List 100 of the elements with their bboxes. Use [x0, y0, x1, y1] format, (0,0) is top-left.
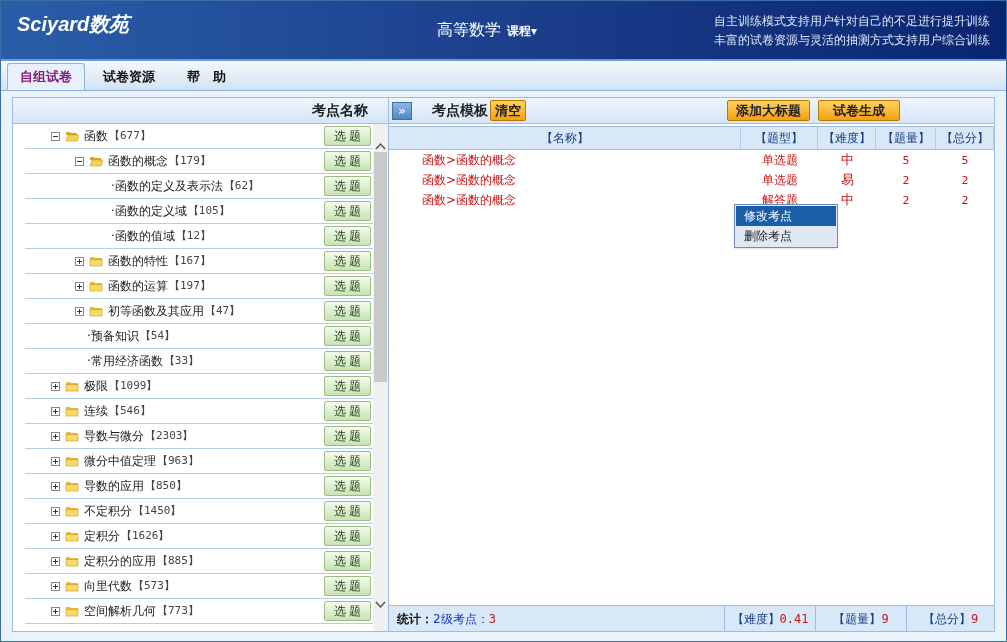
- slogan-text: 丰富的试卷资源与灵活的抽测方式支持用户综合训练: [714, 31, 990, 49]
- scroll-up-icon[interactable]: [375, 142, 386, 150]
- topic-label[interactable]: ·函数的定义及表示法: [111, 177, 223, 195]
- clear-button[interactable]: 清空: [490, 100, 526, 121]
- question-count: 【573】: [133, 577, 175, 594]
- topic-label[interactable]: 向里代数: [84, 577, 132, 595]
- tab[interactable]: 帮 助: [173, 63, 240, 90]
- topic-label[interactable]: 定积分的应用: [84, 552, 156, 570]
- question-count: 【546】: [109, 402, 151, 419]
- question-count: 【2303】: [145, 427, 194, 444]
- collapse-icon[interactable]: [51, 131, 60, 141]
- topic-label[interactable]: 函数的特性: [108, 252, 168, 270]
- select-questions-button[interactable]: 选 题: [324, 326, 371, 346]
- topic-label[interactable]: 函数: [84, 127, 108, 145]
- select-questions-button[interactable]: 选 题: [324, 226, 371, 246]
- generate-paper-button[interactable]: 试卷生成: [818, 100, 900, 121]
- select-questions-button[interactable]: 选 题: [324, 276, 371, 296]
- topic-label[interactable]: 导数的应用: [84, 477, 144, 495]
- difficulty-value: 0.41: [779, 610, 809, 628]
- scroll-down-icon[interactable]: [375, 601, 386, 609]
- question-count: 【1450】: [133, 502, 182, 519]
- expand-icon[interactable]: [51, 431, 60, 441]
- expand-icon[interactable]: [51, 406, 60, 416]
- table-cell: 2: [961, 193, 969, 207]
- select-questions-button[interactable]: 选 题: [324, 251, 371, 271]
- select-questions-button[interactable]: 选 题: [324, 301, 371, 321]
- folder-icon: [65, 380, 79, 392]
- folder-icon: [65, 530, 79, 542]
- column-header: 【名称】: [389, 127, 741, 149]
- select-questions-button[interactable]: 选 题: [324, 551, 371, 571]
- stats-label: 统计：: [397, 610, 433, 628]
- select-questions-button[interactable]: 选 题: [324, 351, 371, 371]
- table-cell: 5: [902, 153, 910, 167]
- expand-icon[interactable]: [75, 281, 84, 291]
- course-menu[interactable]: 课程▾: [507, 22, 538, 40]
- topic-label[interactable]: 函数的运算: [108, 277, 168, 295]
- topic-label[interactable]: ·函数的值域: [111, 227, 175, 245]
- topic-label[interactable]: ·常用经济函数: [87, 352, 163, 370]
- question-count: 【1099】: [109, 377, 158, 394]
- count-value: 9: [881, 610, 889, 628]
- panel-title: 考点名称: [312, 101, 368, 120]
- stats-level-label: 2级考点：: [433, 610, 489, 628]
- select-questions-button[interactable]: 选 题: [324, 176, 371, 196]
- topic-label[interactable]: 空间解析几何: [84, 602, 156, 620]
- topic-label[interactable]: 连续: [84, 402, 108, 420]
- tab[interactable]: 试卷资源: [89, 63, 169, 90]
- expand-icon[interactable]: [51, 506, 60, 516]
- topic-label[interactable]: 函数的概念: [108, 152, 168, 170]
- select-questions-button[interactable]: 选 题: [324, 376, 371, 396]
- question-count: 【885】: [157, 552, 199, 569]
- column-header: 【题量】: [876, 127, 936, 149]
- topic-label[interactable]: 不定积分: [84, 502, 132, 520]
- select-questions-button[interactable]: 选 题: [324, 526, 371, 546]
- topic-label[interactable]: ·预备知识: [87, 327, 139, 345]
- topic-label[interactable]: 初等函数及其应用: [108, 302, 204, 320]
- expand-icon[interactable]: [75, 256, 84, 266]
- select-questions-button[interactable]: 选 题: [324, 151, 371, 171]
- folder-icon: [65, 480, 79, 492]
- table-cell: 2: [902, 193, 910, 207]
- tab[interactable]: 自组试卷: [7, 63, 85, 90]
- expand-icon[interactable]: [51, 456, 60, 466]
- scrollbar[interactable]: [373, 124, 388, 631]
- select-questions-button[interactable]: 选 题: [324, 501, 371, 521]
- folder-icon: [65, 505, 79, 517]
- expand-icon[interactable]: [75, 306, 84, 316]
- menu-item[interactable]: 删除考点: [736, 226, 836, 246]
- table-cell: 函数>函数的概念: [422, 153, 517, 167]
- scroll-thumb[interactable]: [374, 152, 387, 382]
- topic-label[interactable]: ·函数的定义域: [111, 202, 187, 220]
- select-questions-button[interactable]: 选 题: [324, 426, 371, 446]
- question-count: 【677】: [109, 127, 151, 144]
- topic-label[interactable]: 微分中值定理: [84, 452, 156, 470]
- topic-label[interactable]: 极限: [84, 377, 108, 395]
- select-questions-button[interactable]: 选 题: [324, 601, 371, 621]
- table-cell: 中: [840, 152, 854, 168]
- collapse-icon[interactable]: [75, 156, 84, 166]
- expand-icon[interactable]: [51, 556, 60, 566]
- expand-icon[interactable]: [51, 481, 60, 491]
- expand-icon[interactable]: [51, 581, 60, 591]
- folder-icon: [65, 580, 79, 592]
- topic-label[interactable]: 导数与微分: [84, 427, 144, 445]
- select-questions-button[interactable]: 选 题: [324, 476, 371, 496]
- table-cell: 中: [840, 192, 854, 208]
- menu-item[interactable]: 修改考点: [736, 206, 836, 226]
- course-title: 高等数学: [437, 19, 501, 41]
- expand-icon[interactable]: [51, 606, 60, 616]
- expand-icon[interactable]: [51, 381, 60, 391]
- select-questions-button[interactable]: 选 题: [324, 576, 371, 596]
- folder-icon: [65, 455, 79, 467]
- select-questions-button[interactable]: 选 题: [324, 451, 371, 471]
- add-heading-button[interactable]: 添加大标题: [727, 100, 810, 121]
- folder-icon: [65, 605, 79, 617]
- select-questions-button[interactable]: 选 题: [324, 201, 371, 221]
- question-count: 【167】: [169, 252, 211, 269]
- select-questions-button[interactable]: 选 题: [324, 126, 371, 146]
- expand-icon[interactable]: [51, 531, 60, 541]
- open-folder-icon: [65, 130, 79, 142]
- topic-label[interactable]: 定积分: [84, 527, 120, 545]
- select-questions-button[interactable]: 选 题: [324, 401, 371, 421]
- difficulty-label: 【难度】: [731, 610, 780, 628]
